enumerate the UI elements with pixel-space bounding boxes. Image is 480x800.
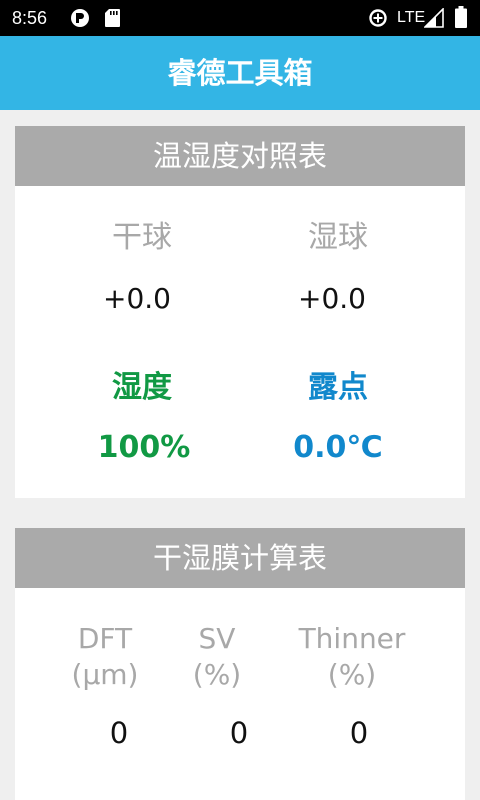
thinner-unit: (%) [327, 658, 377, 691]
thinner-label: Thinner [298, 622, 406, 655]
wet-bulb-value[interactable]: +0.0 [277, 282, 387, 316]
app-title: 睿德工具箱 [167, 56, 313, 90]
film-card-title: 干湿膜计算表 [15, 528, 465, 588]
humidity-card: 温湿度对照表 干球 湿球 +0.0 +0.0 湿度 露点 100% 0.0℃ [15, 126, 465, 498]
battery-icon [455, 6, 467, 28]
sd-card-icon [104, 8, 121, 28]
network-type: LTE [397, 9, 426, 26]
humidity-card-title: 温湿度对照表 [15, 126, 465, 186]
cell-signal-icon [423, 7, 444, 28]
dew-point-value: 0.0℃ [293, 430, 383, 465]
sv-unit: (%) [192, 658, 242, 691]
status-time: 8:56 [12, 8, 48, 28]
dft-value[interactable]: 0 [69, 716, 169, 750]
app-bar: 睿德工具箱 [0, 36, 480, 110]
wet-bulb-label: 湿球 [308, 220, 368, 255]
dft-unit: (μm) [71, 658, 139, 691]
app-notification-icon [70, 8, 90, 28]
humidity-label: 湿度 [112, 370, 172, 405]
dry-bulb-value[interactable]: +0.0 [82, 282, 192, 316]
dft-label: DFT [77, 622, 133, 655]
film-card: 干湿膜计算表 DFT (μm) 0 SV (%) 0 Thinner (%) 0 [15, 528, 465, 800]
sv-value[interactable]: 0 [189, 716, 289, 750]
humidity-value: 100% [97, 430, 191, 465]
sv-label: SV [198, 622, 236, 655]
thinner-value[interactable]: 0 [309, 716, 409, 750]
dew-point-label: 露点 [308, 370, 368, 405]
status-bar: 8:56 LTE [0, 0, 480, 36]
data-saver-icon [368, 8, 388, 28]
dry-bulb-label: 干球 [112, 220, 172, 255]
